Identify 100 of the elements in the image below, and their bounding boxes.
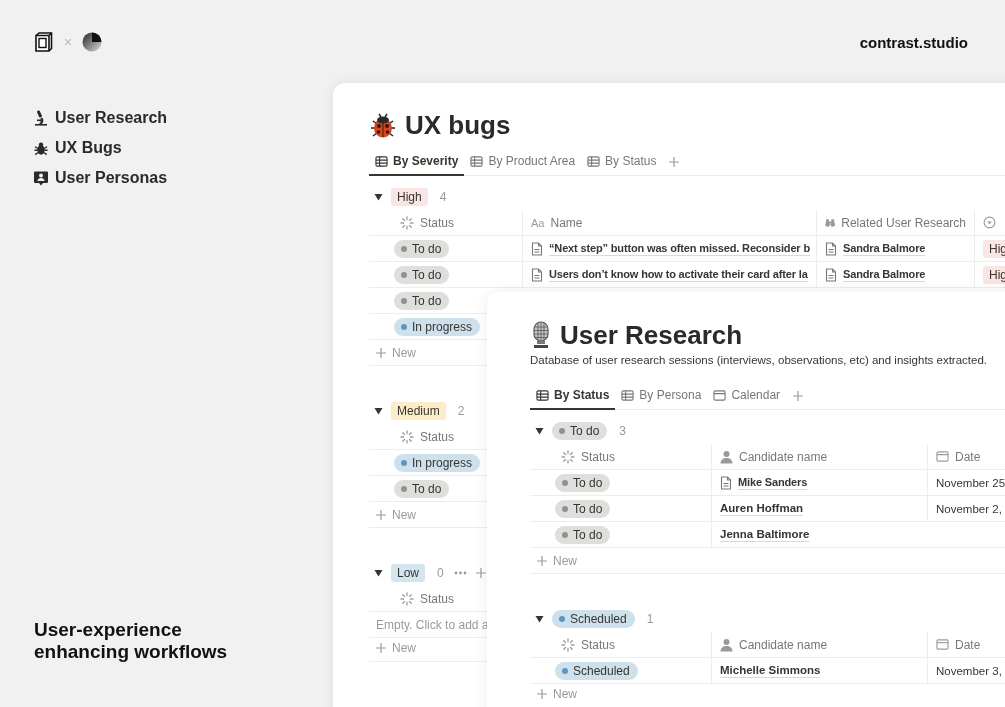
column-header[interactable]: Status — [420, 215, 455, 230]
status-pill[interactable]: To do — [555, 525, 611, 544]
group-count: 1 — [646, 612, 654, 626]
table-icon — [375, 154, 388, 168]
severity-tag[interactable]: Low — [391, 564, 425, 582]
document-icon — [531, 241, 543, 256]
view-tab[interactable]: By Persona — [615, 382, 708, 410]
brand-name: contrast.studio — [859, 33, 968, 51]
status-pill[interactable]: In progress — [394, 453, 481, 472]
column-header[interactable]: Candidate name — [739, 449, 828, 464]
microscope-icon — [34, 110, 48, 126]
document-icon — [531, 267, 543, 282]
severity-tag[interactable]: High — [391, 188, 428, 206]
date-text: November 2, — [936, 502, 1002, 515]
status-pill[interactable]: To do — [394, 291, 450, 310]
calendar-icon — [936, 450, 949, 463]
text-type-icon: Aa — [531, 216, 545, 229]
status-pill[interactable]: To do — [552, 422, 608, 440]
plus-icon — [668, 155, 681, 168]
group-count: 3 — [619, 424, 627, 438]
document-icon — [720, 475, 732, 490]
column-header[interactable]: Status — [581, 449, 616, 464]
more-icon[interactable] — [453, 571, 467, 575]
status-spinner-icon — [561, 637, 575, 652]
person-icon — [720, 637, 733, 652]
sidebar-link[interactable]: User Personas — [55, 169, 168, 187]
sidebar-link[interactable]: UX Bugs — [55, 139, 122, 157]
plus-icon — [375, 508, 387, 521]
person-icon — [720, 449, 733, 464]
status-pill[interactable]: In progress — [394, 317, 481, 336]
status-spinner-icon — [561, 449, 575, 464]
page-link[interactable]: Users don’t know how to activate their card after la — [549, 267, 808, 282]
tagline: User-experience enhancing workflows — [34, 619, 229, 663]
table-icon — [536, 388, 549, 402]
page-link[interactable]: Mike Sanders — [738, 475, 808, 490]
column-header[interactable]: Date — [955, 449, 981, 464]
collapse-caret-icon[interactable] — [374, 569, 383, 577]
column-header[interactable]: Status — [420, 591, 455, 606]
column-header[interactable]: Status — [581, 637, 616, 652]
plus-icon — [536, 554, 548, 567]
binoculars-icon — [825, 216, 836, 229]
plus-icon — [375, 642, 387, 654]
column-header[interactable]: Related User Research — [841, 215, 966, 230]
plus-icon — [474, 567, 487, 579]
column-header[interactable]: Candidate name — [739, 637, 828, 652]
group-count: 4 — [439, 190, 447, 204]
page-link[interactable]: Auren Hoffman — [720, 501, 804, 516]
table-icon — [621, 388, 635, 402]
status-pill[interactable]: To do — [394, 239, 450, 258]
cube-logo-icon — [34, 32, 54, 52]
status-pill[interactable]: Scheduled — [552, 610, 635, 628]
calendar-icon — [713, 388, 727, 402]
plus-icon — [375, 346, 387, 359]
page-title: UX bugs — [405, 109, 511, 141]
status-pill[interactable]: To do — [394, 479, 450, 498]
ladybug-icon — [369, 111, 397, 139]
plus-icon — [792, 389, 805, 402]
table-icon — [587, 154, 601, 168]
status-pill[interactable]: To do — [555, 473, 611, 492]
separator-mark: × — [64, 34, 73, 50]
view-tab[interactable]: By Severity — [369, 148, 465, 176]
view-tab[interactable]: By Product Area — [464, 148, 582, 176]
column-header[interactable]: Name — [550, 215, 583, 230]
sidebar-link[interactable]: User Research — [55, 109, 168, 127]
status-spinner-icon — [400, 429, 414, 444]
person-badge-icon — [34, 170, 48, 186]
page-link[interactable]: “Next step” button was often missed. Reconsider b — [549, 241, 810, 256]
collapse-caret-icon[interactable] — [535, 615, 544, 623]
status-pill[interactable]: To do — [394, 265, 450, 284]
page-link[interactable]: Jenna Baltimore — [720, 527, 810, 542]
calendar-icon — [936, 638, 949, 651]
view-tab[interactable]: By Status — [581, 148, 663, 176]
page-title: User Research — [560, 319, 743, 351]
status-spinner-icon — [400, 591, 414, 606]
severity-tag[interactable]: Medium — [391, 402, 446, 420]
view-tab[interactable]: Calendar — [707, 382, 787, 410]
status-spinner-icon — [400, 215, 414, 230]
contrast-logo-icon — [82, 32, 103, 52]
date-text: November 25 — [936, 476, 1005, 489]
microphone-icon — [530, 321, 552, 349]
page-link[interactable]: Sandra Balmore — [843, 267, 926, 282]
date-text: November 3, — [936, 664, 1002, 677]
page-link[interactable]: Sandra Balmore — [843, 241, 926, 256]
document-icon — [825, 241, 837, 256]
page-link[interactable]: Michelle Simmons — [720, 663, 821, 678]
page-description: Database of user research sessions (interviews, observations, etc) and insights extracted. — [530, 353, 989, 368]
view-tab[interactable]: By Status — [530, 382, 616, 410]
collapse-caret-icon[interactable] — [374, 407, 383, 415]
collapse-caret-icon[interactable] — [374, 193, 383, 201]
collapse-caret-icon[interactable] — [535, 427, 544, 435]
group-count: 2 — [457, 404, 465, 418]
column-header[interactable]: Status — [420, 429, 455, 444]
select-icon — [983, 216, 996, 229]
column-header[interactable]: Date — [955, 637, 981, 652]
status-pill[interactable]: Scheduled — [555, 661, 638, 680]
bug-icon — [34, 140, 48, 156]
group-count: 0 — [437, 566, 444, 580]
plus-icon — [536, 688, 548, 700]
status-pill[interactable]: To do — [555, 499, 611, 518]
document-icon — [825, 267, 837, 282]
